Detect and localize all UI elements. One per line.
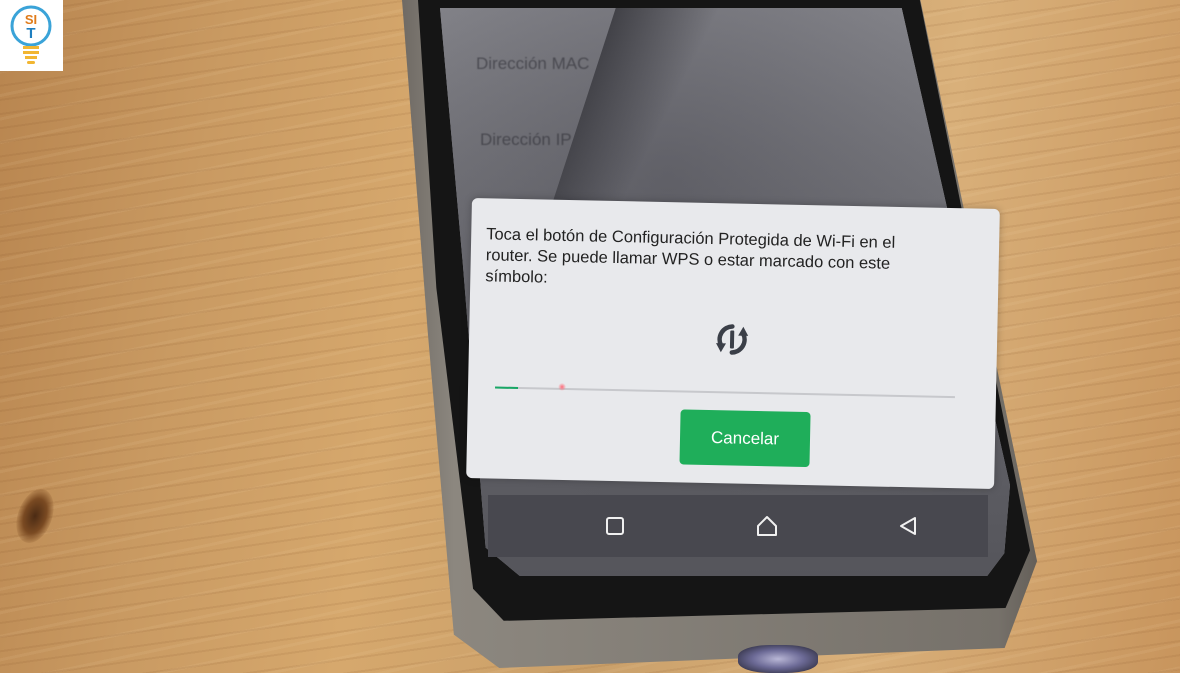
recents-button[interactable]	[598, 509, 632, 543]
home-icon	[757, 516, 777, 536]
background-ip-label: Dirección IP	[480, 130, 572, 149]
wps-dialog: Toca el botón de Configuración Protegida…	[466, 198, 1000, 489]
wps-icon	[716, 324, 749, 355]
back-button[interactable]	[891, 509, 925, 543]
usb-port	[738, 645, 818, 673]
android-nav-bar	[488, 495, 988, 557]
cancel-button[interactable]: Cancelar	[679, 409, 811, 468]
wps-progress-fill	[495, 386, 519, 390]
svg-text:T: T	[26, 25, 35, 42]
square-icon	[606, 517, 624, 535]
channel-logo: SI T	[0, 0, 63, 71]
home-button[interactable]	[750, 509, 784, 543]
background-mac-label: Dirección MAC	[476, 54, 590, 73]
back-triangle-icon	[900, 517, 916, 535]
lightbulb-logo-icon: SI T	[10, 5, 52, 64]
wps-dialog-message: Toca el botón de Configuración Protegida…	[485, 225, 896, 287]
